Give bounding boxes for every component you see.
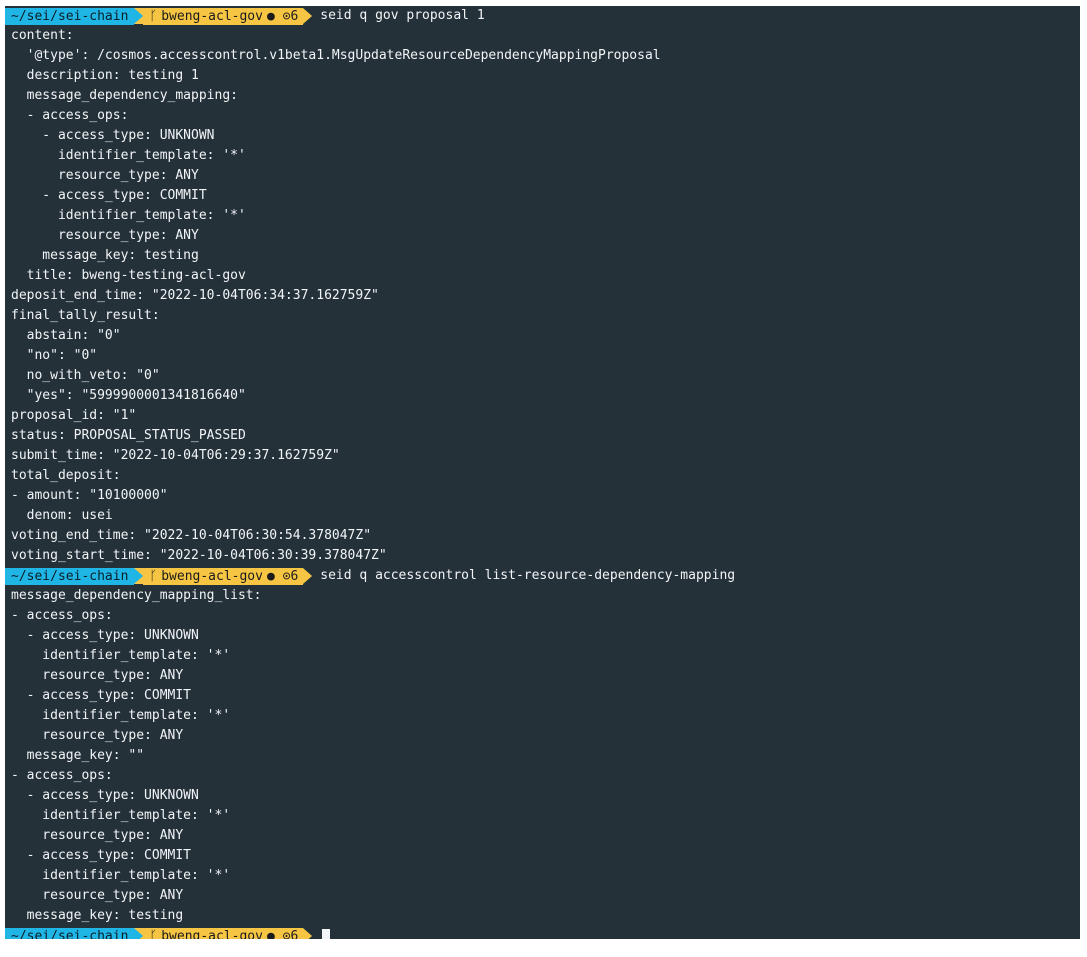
powerline-arrow-icon — [303, 8, 313, 24]
output-line: voting_start_time: "2022-10-04T06:30:39.… — [11, 548, 387, 563]
output-line: abstain: "0" — [11, 328, 121, 343]
prompt-git-status: ● ⊙6 — [266, 8, 299, 24]
output-line: final_tally_result: — [11, 308, 160, 323]
git-branch-icon: ᚴ — [149, 928, 158, 940]
output-line: identifier_template: '*' — [11, 808, 231, 823]
git-branch-icon: ᚴ — [149, 8, 158, 24]
prompt-branch: bweng-acl-gov — [161, 8, 263, 24]
output-line: message_key: testing — [11, 908, 184, 923]
output-line: message_key: testing — [11, 248, 199, 263]
output-line: identifier_template: '*' — [11, 208, 246, 223]
output-line: voting_end_time: "2022-10-04T06:30:54.37… — [11, 528, 372, 543]
output-line: content: — [11, 28, 74, 43]
output-line: message_dependency_mapping: — [11, 88, 238, 103]
prompt-git-segment: ᚴ bweng-acl-gov ● ⊙6 — [143, 7, 304, 25]
output-line: identifier_template: '*' — [11, 868, 231, 883]
prompt-branch: bweng-acl-gov — [161, 928, 263, 940]
output-line: - access_ops: — [11, 608, 113, 623]
output-line: - access_ops: — [11, 108, 129, 123]
prompt-directory: ~/sei/sei-chain — [5, 567, 135, 585]
output-line: no_with_veto: "0" — [11, 368, 160, 383]
output-line: - access_type: UNKNOWN — [11, 788, 199, 803]
powerline-arrow-icon — [134, 928, 144, 939]
output-line: - amount: "10100000" — [11, 488, 168, 503]
prompt-git-status: ● ⊙6 — [266, 568, 299, 584]
command-text: seid q accesscontrol list-resource-depen… — [320, 568, 736, 583]
output-line: "no": "0" — [11, 348, 98, 363]
output-line: status: PROPOSAL_STATUS_PASSED — [11, 428, 246, 443]
output-line: deposit_end_time: "2022-10-04T06:34:37.1… — [11, 288, 379, 303]
prompt-git-status: ● ⊙6 — [266, 928, 299, 940]
text-cursor[interactable] — [322, 928, 331, 939]
output-line: denom: usei — [11, 508, 113, 523]
output-line: - access_type: COMMIT — [11, 688, 192, 703]
powerline-arrow-icon — [303, 928, 313, 939]
output-line: title: bweng-testing-acl-gov — [11, 268, 246, 283]
output-line: '@type': /cosmos.accesscontrol.v1beta1.M… — [11, 48, 661, 63]
prompt-git-segment: ᚴ bweng-acl-gov ● ⊙6 — [143, 567, 304, 585]
output-line: identifier_template: '*' — [11, 148, 246, 163]
output-line: - access_type: COMMIT — [11, 848, 192, 863]
output-line: identifier_template: '*' — [11, 648, 231, 663]
output-line: - access_type: UNKNOWN — [11, 628, 199, 643]
powerline-arrow-icon — [134, 8, 144, 24]
output-line: resource_type: ANY — [11, 888, 184, 903]
output-line: description: testing 1 — [11, 68, 199, 83]
output-line: resource_type: ANY — [11, 668, 184, 683]
powerline-arrow-icon — [134, 568, 144, 584]
output-line: resource_type: ANY — [11, 168, 199, 183]
git-branch-icon: ᚴ — [149, 568, 158, 584]
output-line: identifier_template: '*' — [11, 708, 231, 723]
prompt-branch: bweng-acl-gov — [161, 568, 263, 584]
command-text: seid q gov proposal 1 — [320, 8, 485, 23]
prompt-line: ~/sei/sei-chain ᚴ bweng-acl-gov ● ⊙6 seid q … — [5, 6, 1080, 26]
prompt-directory: ~/sei/sei-chain — [5, 927, 135, 939]
output-line: resource_type: ANY — [11, 228, 199, 243]
terminal-window[interactable]: ~/sei/sei-chain ᚴ bweng-acl-gov ● ⊙6 seid q … — [5, 6, 1080, 939]
output-line: total_deposit: — [11, 468, 121, 483]
prompt-line: ~/sei/sei-chain ᚴ bweng-acl-gov ● ⊙6 — [5, 926, 1080, 939]
output-line: - access_type: UNKNOWN — [11, 128, 215, 143]
output-line: message_key: "" — [11, 748, 145, 763]
prompt-line: ~/sei/sei-chain ᚴ bweng-acl-gov ● ⊙6 seid q … — [5, 566, 1080, 586]
powerline-arrow-icon — [303, 568, 313, 584]
output-line: resource_type: ANY — [11, 728, 184, 743]
prompt-git-segment: ᚴ bweng-acl-gov ● ⊙6 — [143, 927, 304, 940]
output-line: message_dependency_mapping_list: — [11, 588, 262, 603]
output-line: - access_ops: — [11, 768, 113, 783]
output-line: "yes": "5999900001341816640" — [11, 388, 246, 403]
prompt-directory: ~/sei/sei-chain — [5, 7, 135, 25]
output-line: submit_time: "2022-10-04T06:29:37.162759… — [11, 448, 340, 463]
output-line: resource_type: ANY — [11, 828, 184, 843]
output-line: proposal_id: "1" — [11, 408, 137, 423]
output-line: - access_type: COMMIT — [11, 188, 207, 203]
